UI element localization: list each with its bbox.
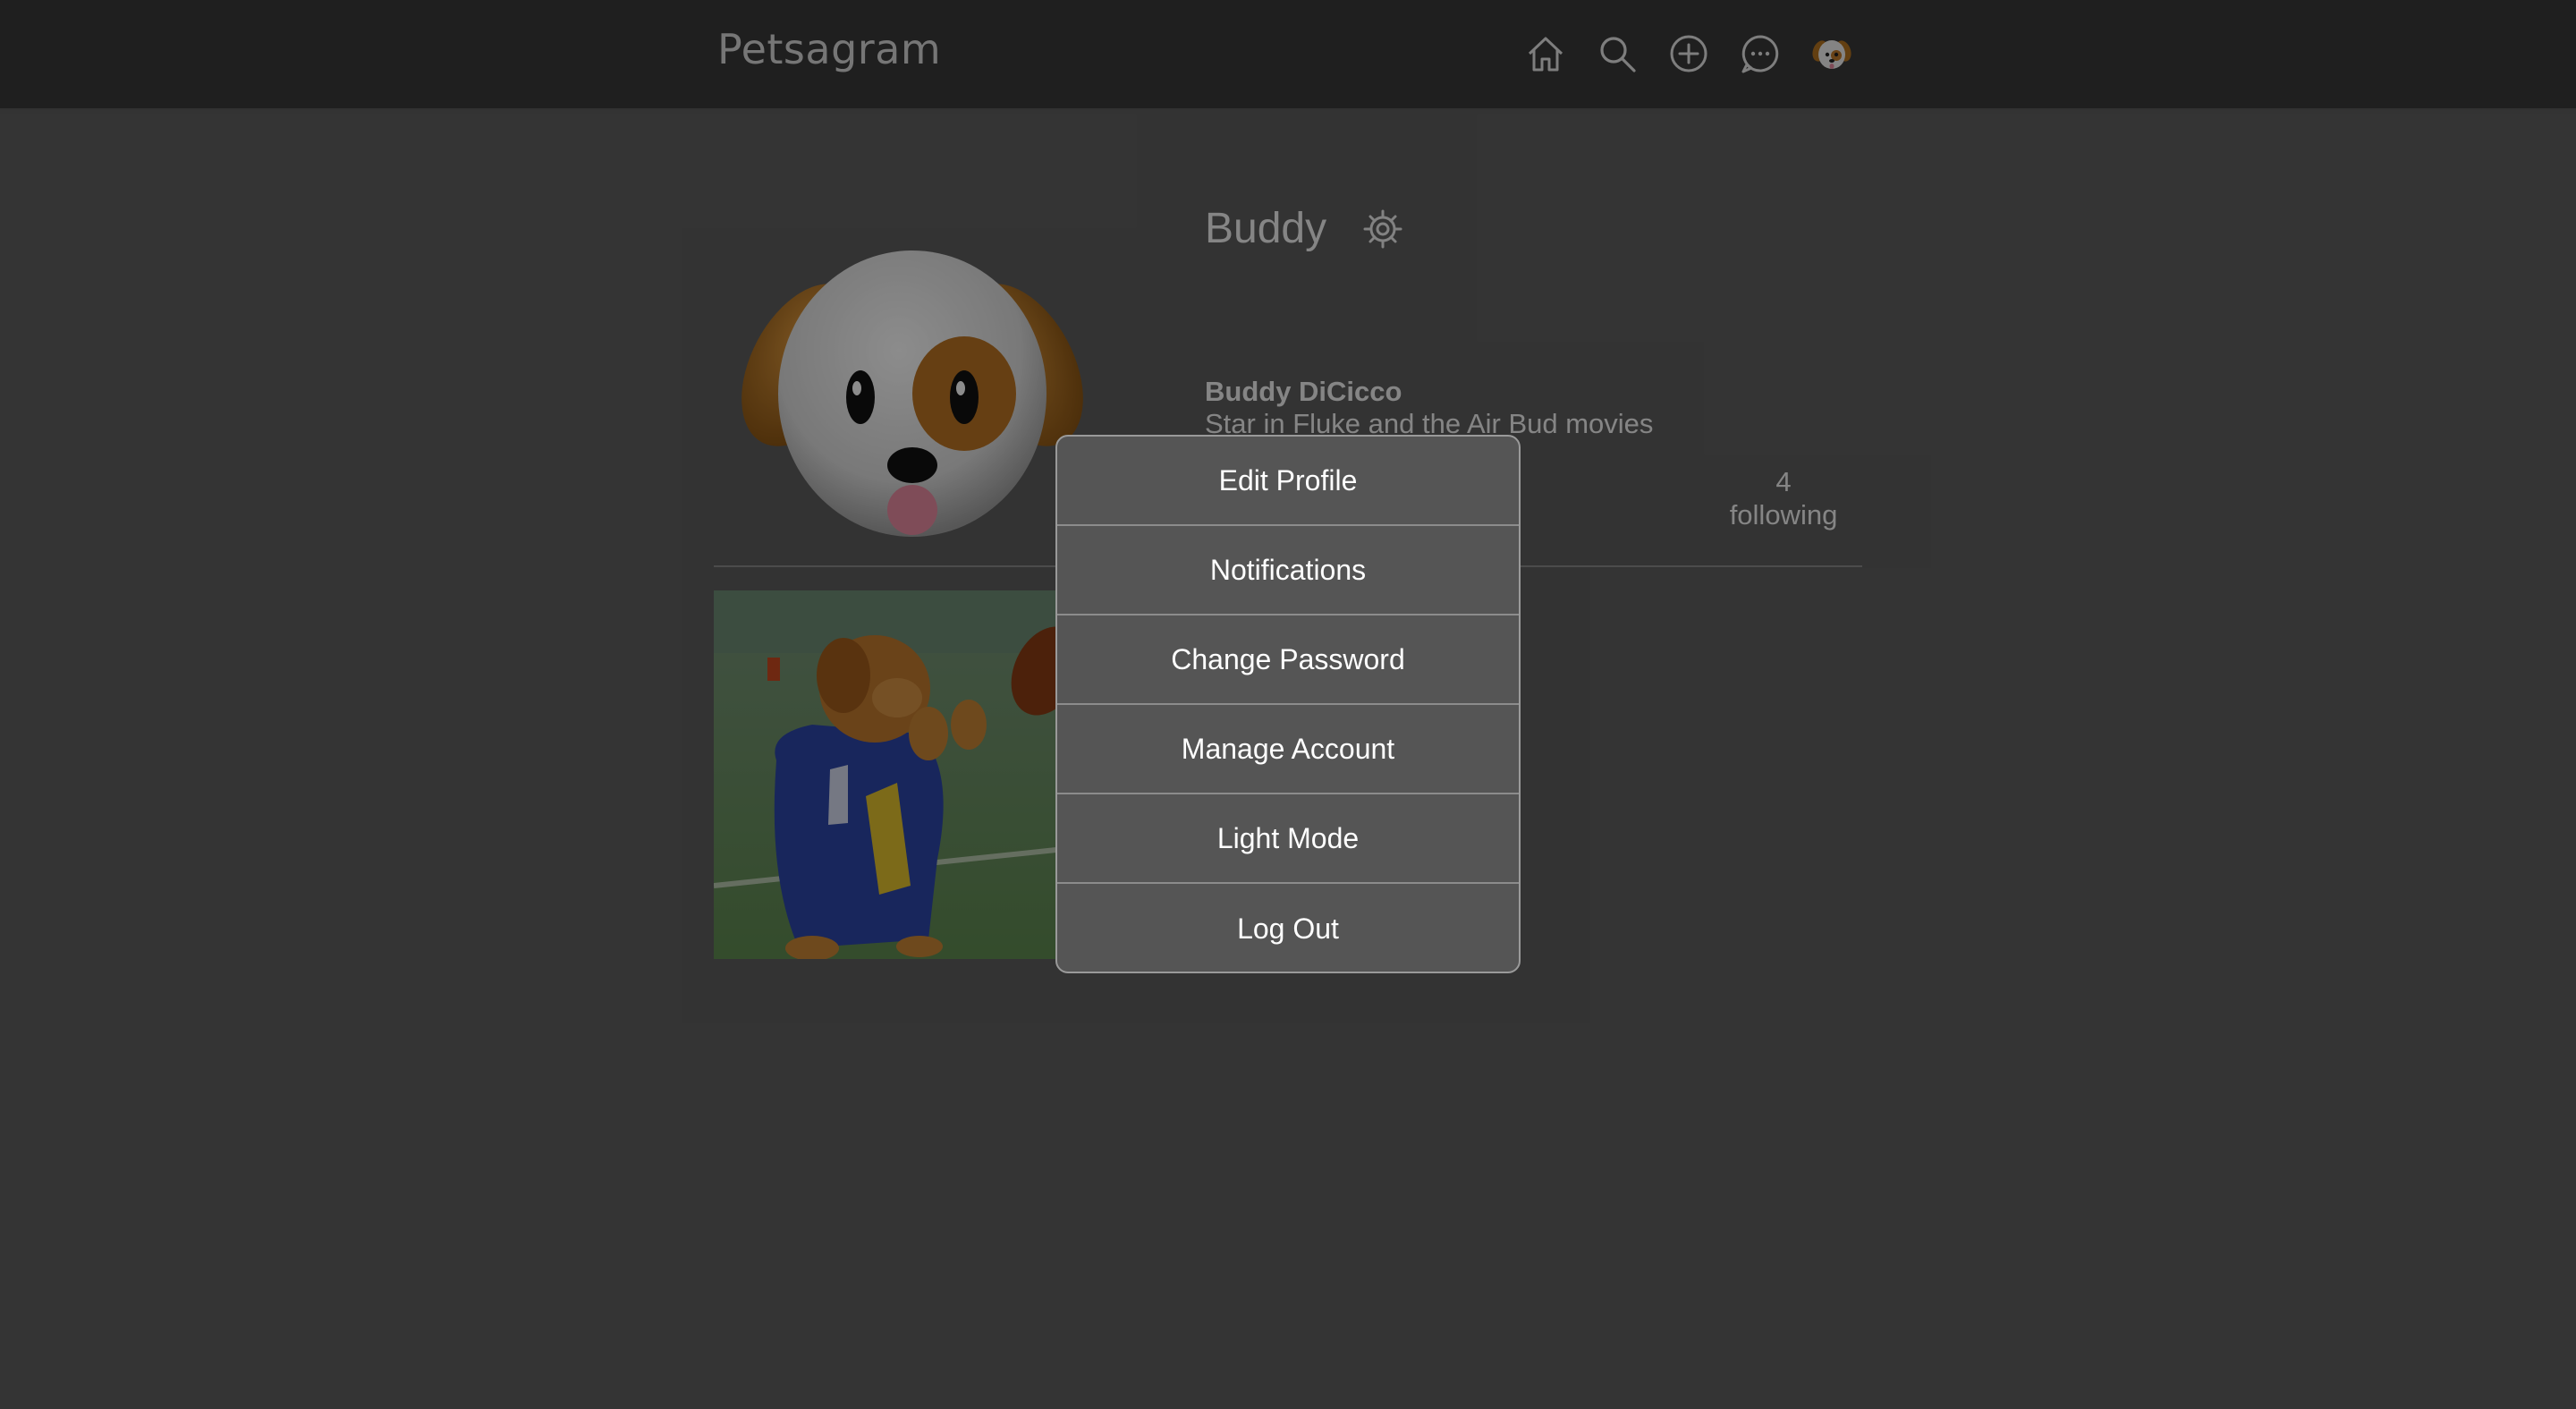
menu-item-manage-account[interactable]: Manage Account — [1057, 705, 1519, 794]
menu-item-notifications[interactable]: Notifications — [1057, 526, 1519, 615]
menu-item-change-password[interactable]: Change Password — [1057, 615, 1519, 705]
menu-item-edit-profile[interactable]: Edit Profile — [1057, 437, 1519, 526]
menu-item-light-mode[interactable]: Light Mode — [1057, 794, 1519, 884]
menu-item-log-out[interactable]: Log Out — [1057, 884, 1519, 972]
settings-menu: Edit Profile Notifications Change Passwo… — [1055, 435, 1521, 973]
